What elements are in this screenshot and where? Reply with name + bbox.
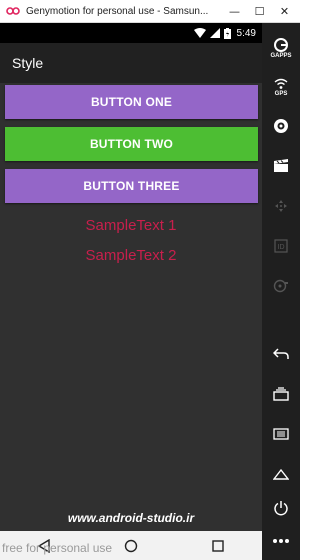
recents-icon bbox=[273, 387, 289, 401]
button-three[interactable]: BUTTON THREE bbox=[5, 169, 258, 203]
navigation-bar bbox=[0, 531, 262, 560]
battery-icon bbox=[223, 27, 231, 39]
action-bar: Style bbox=[0, 43, 262, 83]
dpad-button[interactable] bbox=[262, 191, 300, 221]
sample-text-1: SampleText 1 bbox=[85, 217, 177, 234]
gps-icon bbox=[274, 78, 288, 89]
more-icon bbox=[273, 539, 289, 543]
nav-recents-icon[interactable] bbox=[203, 535, 233, 557]
power-icon bbox=[274, 501, 288, 516]
disk-icon bbox=[273, 279, 288, 293]
gapps-icon bbox=[274, 37, 288, 52]
sample-text-2: SampleText 2 bbox=[85, 247, 177, 264]
sidebar-power-button[interactable] bbox=[262, 493, 300, 523]
maximize-button[interactable]: ☐ bbox=[247, 0, 272, 22]
camera-button[interactable] bbox=[262, 111, 300, 141]
dpad-icon bbox=[275, 200, 287, 212]
gapps-button[interactable]: GAPPS bbox=[262, 33, 300, 63]
window-title: Genymotion for personal use - Samsun... bbox=[26, 5, 209, 17]
sidebar-home-button[interactable] bbox=[262, 459, 300, 489]
button-one[interactable]: BUTTON ONE bbox=[5, 85, 258, 119]
video-capture-button[interactable] bbox=[262, 151, 300, 181]
genymotion-sidebar: GAPPS GPS ID bbox=[262, 23, 300, 560]
wifi-icon bbox=[193, 28, 206, 38]
watermark-text: www.android-studio.ir bbox=[67, 511, 195, 525]
gps-button[interactable]: GPS bbox=[262, 71, 300, 103]
back-icon bbox=[273, 348, 289, 359]
window-titlebar: Genymotion for personal use - Samsun... … bbox=[0, 0, 300, 23]
sidebar-more-button[interactable] bbox=[262, 529, 300, 553]
android-screen: 5:49 Style BUTTON ONE BUTTON TWO BUTTON … bbox=[0, 23, 262, 531]
sidebar-back-button[interactable] bbox=[262, 339, 300, 369]
close-button[interactable]: ✕ bbox=[272, 0, 297, 22]
device-id-button[interactable]: ID bbox=[262, 231, 300, 261]
menu-icon bbox=[273, 428, 289, 440]
signal-icon bbox=[209, 28, 220, 38]
genymotion-window: Genymotion for personal use - Samsun... … bbox=[0, 0, 300, 560]
genymotion-logo-icon bbox=[6, 4, 20, 18]
nav-back-icon[interactable] bbox=[29, 535, 59, 557]
sidebar-menu-button[interactable] bbox=[262, 419, 300, 449]
status-bar: 5:49 bbox=[0, 23, 262, 43]
id-label: ID bbox=[278, 244, 285, 251]
status-time: 5:49 bbox=[236, 27, 256, 39]
disk-io-button[interactable] bbox=[262, 271, 300, 301]
clapperboard-icon bbox=[274, 159, 288, 172]
sidebar-recents-button[interactable] bbox=[262, 379, 300, 409]
id-icon: ID bbox=[274, 239, 288, 253]
nav-home-icon[interactable] bbox=[116, 535, 146, 557]
button-two[interactable]: BUTTON TWO bbox=[5, 127, 258, 161]
activity-content: BUTTON ONE BUTTON TWO BUTTON THREE Sampl… bbox=[0, 83, 262, 531]
home-icon bbox=[273, 468, 289, 480]
camera-icon bbox=[274, 119, 288, 133]
action-bar-title: Style bbox=[12, 55, 44, 71]
minimize-button[interactable]: — bbox=[222, 0, 247, 22]
gapps-label: GAPPS bbox=[270, 52, 292, 59]
gps-label: GPS bbox=[274, 90, 288, 97]
